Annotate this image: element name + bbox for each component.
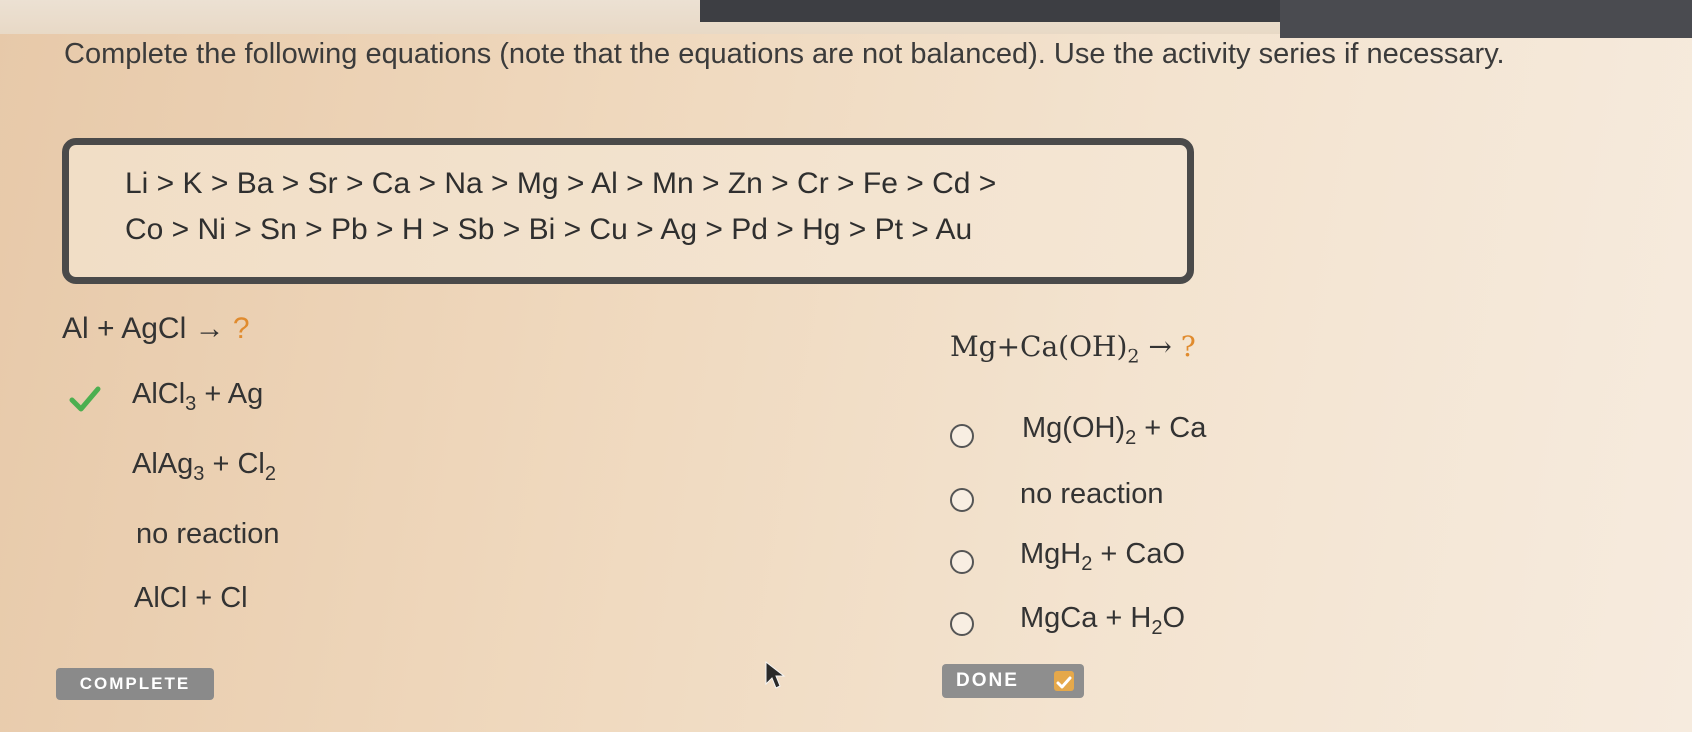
q1-option-4[interactable]: AlCl + Cl	[134, 582, 248, 615]
radio-button[interactable]	[950, 488, 974, 512]
q2-option-4[interactable]: MgCa + H2O	[1020, 602, 1185, 640]
arrow-icon: →	[194, 312, 225, 345]
arrow-icon: →	[1148, 330, 1172, 363]
radio-button[interactable]	[950, 424, 974, 448]
radio-button[interactable]	[950, 612, 974, 636]
done-button[interactable]: DONE	[942, 664, 1084, 698]
question-2-unknown: ?	[1180, 330, 1196, 363]
activity-series-line-2: Co > Ni > Sn > Pb > H > Sb > Bi > Cu > A…	[125, 213, 973, 246]
question-2-reactants: Mg+Ca(OH)	[950, 330, 1128, 363]
q1-option-2[interactable]: AlAg3 + Cl2	[132, 448, 276, 486]
question-1-reactants: Al + AgCl	[62, 312, 187, 345]
q1-option-3[interactable]: no reaction	[136, 518, 280, 551]
q1-option-1[interactable]: AlCl3 + Ag	[132, 378, 263, 416]
activity-series-line-1: Li > K > Ba > Sr > Ca > Na > Mg > Al > M…	[125, 167, 997, 200]
question-1-equation: Al + AgCl → ?	[62, 312, 250, 346]
done-button-label: DONE	[956, 670, 1019, 691]
question-1-unknown: ?	[232, 312, 250, 345]
radio-button[interactable]	[950, 550, 974, 574]
question-2-equation: Mg+Ca(OH)2 → ?	[950, 330, 1196, 368]
q2-option-2[interactable]: no reaction	[1020, 478, 1164, 511]
q2-option-3[interactable]: MgH2 + CaO	[1020, 538, 1185, 576]
checkmark-icon	[69, 386, 101, 412]
checkmark-icon	[1054, 671, 1074, 691]
mouse-cursor-icon	[765, 660, 786, 689]
complete-button[interactable]: COMPLETE	[56, 668, 214, 700]
q2-option-1[interactable]: Mg(OH)2 + Ca	[1022, 412, 1206, 450]
activity-series-box: Li > K > Ba > Sr > Ca > Na > Mg > Al > M…	[62, 138, 1194, 284]
question-prompt: Complete the following equations (note t…	[64, 38, 1505, 70]
